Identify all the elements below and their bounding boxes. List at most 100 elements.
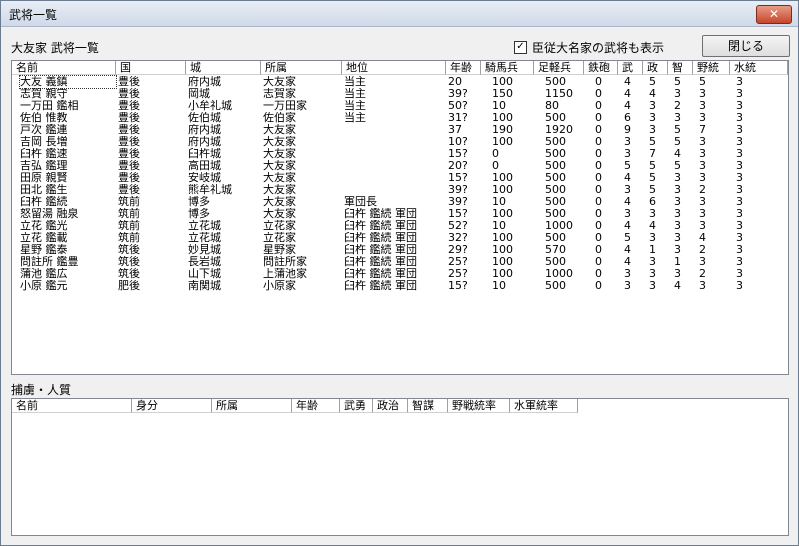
table-cell: 0 [595,172,602,184]
table-cell: 蒲池 鑑広 [20,268,68,280]
table-row[interactable]: 吉岡 長増 豊後 府内城 大友家 10? 100 500 0 3 5 5 3 3 [12,136,788,148]
table-row[interactable]: 吉弘 鑑理 豊後 高田城 大友家 20? 0 500 0 5 5 5 3 3 [12,160,788,172]
captive-column-header-5[interactable]: 政治 [373,399,408,413]
table-cell: 1 [649,244,656,256]
officer-list[interactable]: 名前国城所属 地位 年齢 騎馬兵 足軽兵 鉄砲武政智野統 水統 大友 義鎮 豊後 府内城 大友家 当主… [11,60,789,375]
table-row[interactable]: 蒲池 鑑広 筑後 山下城 上蒲池家 臼杵 鑑続 軍団 25? 100 1000 0 3 3 3 2 3 [12,268,788,280]
captive-column-header-1[interactable]: 身分 [132,399,212,413]
column-header-1[interactable]: 国 [116,61,186,75]
table-cell: 31? [448,112,468,124]
table-cell: 怒留湯 融泉 [20,208,79,220]
table-cell: 3 [699,280,706,292]
column-header-4[interactable]: 地位 [342,61,446,75]
table-cell: 3 [699,112,706,124]
column-header-5[interactable]: 年齢 [446,61,481,75]
column-header-7[interactable]: 足軽兵 [534,61,584,75]
table-row[interactable]: 大友 義鎮 豊後 府内城 大友家 当主 20 100 500 0 4 5 5 5 3 [12,75,788,89]
table-cell: 3 [699,100,706,112]
table-cell: 立花城 [188,232,221,244]
window-title: 武将一覧 [9,8,58,22]
table-row[interactable]: 問註所 鑑豊 筑後 長岩城 問註所家 臼杵 鑑続 軍団 25? 100 500 0 4 3 1 3 3 [12,256,788,268]
table-cell: 190 [492,124,513,136]
table-cell: 山下城 [188,268,221,280]
table-cell: 100 [492,112,513,124]
table-cell: 3 [736,196,743,208]
table-row[interactable]: 田北 鑑生 豊後 熊牟礼城 大友家 39? 100 500 0 3 5 3 2 3 [12,184,788,196]
table-row[interactable]: 小原 鑑元 肥後 南関城 小原家 臼杵 鑑続 軍団 15? 10 500 0 3 3 4 3 3 [12,280,788,292]
table-cell: 5 [674,124,681,136]
captive-column-header-8[interactable]: 水軍統率 [510,399,578,413]
table-cell: 4 [624,244,631,256]
captive-column-header-0[interactable]: 名前 [12,399,132,413]
table-row[interactable]: 田原 親賢 豊後 安岐城 大友家 15? 100 500 0 4 5 3 3 3 [12,172,788,184]
table-row[interactable]: 臼杵 鑑速 豊後 臼杵城 大友家 15? 0 500 0 3 7 4 3 3 [12,148,788,160]
show-vassal-checkbox[interactable]: ✓ 臣従大名家の武将も表示 [514,39,664,56]
table-cell: 500 [545,232,566,244]
table-cell: 0 [595,184,602,196]
table-cell: 立花家 [263,232,296,244]
table-row[interactable]: 臼杵 鑑続 筑前 博多 大友家 軍団長 39? 10 500 0 4 6 3 3 3 [12,196,788,208]
column-header-2[interactable]: 城 [186,61,261,75]
table-row[interactable]: 立花 鑑光 筑前 立花城 立花家 臼杵 鑑続 軍団 52? 10 1000 0 4 4 3 3 3 [12,220,788,232]
table-cell: 府内城 [188,136,221,148]
window-close-button[interactable]: ✕ [756,5,792,24]
table-cell: 博多 [188,196,210,208]
column-header-10[interactable]: 政 [643,61,668,75]
table-row[interactable]: 立花 鑑載 筑前 立花城 立花家 臼杵 鑑続 軍団 32? 100 500 0 5 3 3 4 3 [12,232,788,244]
table-cell: 3 [736,208,743,220]
table-cell: 豊後 [118,172,140,184]
table-row[interactable]: 怒留湯 融泉 筑前 博多 大友家 臼杵 鑑続 軍団 15? 100 500 0 3 3 3 3 3 [12,208,788,220]
table-cell: 臼杵 鑑速 [20,148,68,160]
table-cell: 臼杵城 [188,148,221,160]
table-cell: 3 [699,256,706,268]
table-cell: 妙見城 [188,244,221,256]
captives-list[interactable]: 名前 身分 所属 年齢 武勇 政治 智謀 野戦統率 水軍統率 [11,398,789,536]
column-header-9[interactable]: 武 [618,61,643,75]
table-cell: 570 [545,244,566,256]
column-header-6[interactable]: 騎馬兵 [481,61,534,75]
table-cell: 5 [649,184,656,196]
table-cell: 150 [492,88,513,100]
column-header-13[interactable]: 水統 [730,61,788,75]
column-header-11[interactable]: 智 [668,61,693,75]
captive-column-header-7[interactable]: 野戦統率 [448,399,510,413]
table-cell: 3 [699,136,706,148]
title-bar[interactable]: 武将一覧 ✕ [1,1,798,27]
captive-column-header-3[interactable]: 年齢 [292,399,340,413]
column-header-12[interactable]: 野統 [693,61,730,75]
table-cell: 3 [674,244,681,256]
checkbox-check-icon[interactable]: ✓ [514,41,527,54]
table-cell: 3 [699,196,706,208]
table-cell: 一万田家 [263,100,307,112]
table-cell [344,136,446,148]
table-cell: 3 [736,232,743,244]
table-cell: 4 [649,220,656,232]
table-row[interactable]: 戸次 鑑連 豊後 府内城 大友家 37 190 1920 0 9 3 5 7 3 [12,124,788,136]
table-cell: 筑前 [118,220,140,232]
table-cell: 豊後 [118,88,140,100]
table-cell: 100 [492,268,513,280]
column-header-3[interactable]: 所属 [261,61,342,75]
table-cell: 小原 鑑元 [20,280,68,292]
table-cell: 10 [492,280,506,292]
table-cell: 3 [699,172,706,184]
list-header-label: 大友家 武将一覧 [11,41,99,55]
table-cell: 2 [699,184,706,196]
close-button[interactable]: 閉じる [702,35,790,57]
table-cell: 大友家 [263,184,296,196]
table-cell: 田原 親賢 [20,172,68,184]
table-cell: 佐伯 惟教 [20,112,68,124]
captive-column-header-6[interactable]: 智謀 [408,399,448,413]
table-row[interactable]: 星野 鑑泰 筑後 妙見城 星野家 臼杵 鑑続 軍団 29? 100 570 0 4 1 3 2 3 [12,244,788,256]
captive-column-header-2[interactable]: 所属 [212,399,292,413]
table-cell: 5 [649,136,656,148]
captive-column-header-4[interactable]: 武勇 [340,399,373,413]
table-row[interactable]: 一万田 鑑相 豊後 小牟礼城 一万田家 当主 50? 10 80 0 4 3 2 3 3 [12,100,788,112]
column-header-0[interactable]: 名前 [12,61,116,75]
table-row[interactable]: 志賀 親守 豊後 岡城 志賀家 当主 39? 150 1150 0 4 4 3 3 3 [12,88,788,100]
table-cell: 0 [595,232,602,244]
column-header-8[interactable]: 鉄砲 [584,61,618,75]
table-row[interactable]: 佐伯 惟教 豊後 佐伯城 佐伯家 当主 31? 100 500 0 6 3 3 3 3 [12,112,788,124]
table-cell: 0 [595,136,602,148]
table-cell: 3 [736,148,743,160]
